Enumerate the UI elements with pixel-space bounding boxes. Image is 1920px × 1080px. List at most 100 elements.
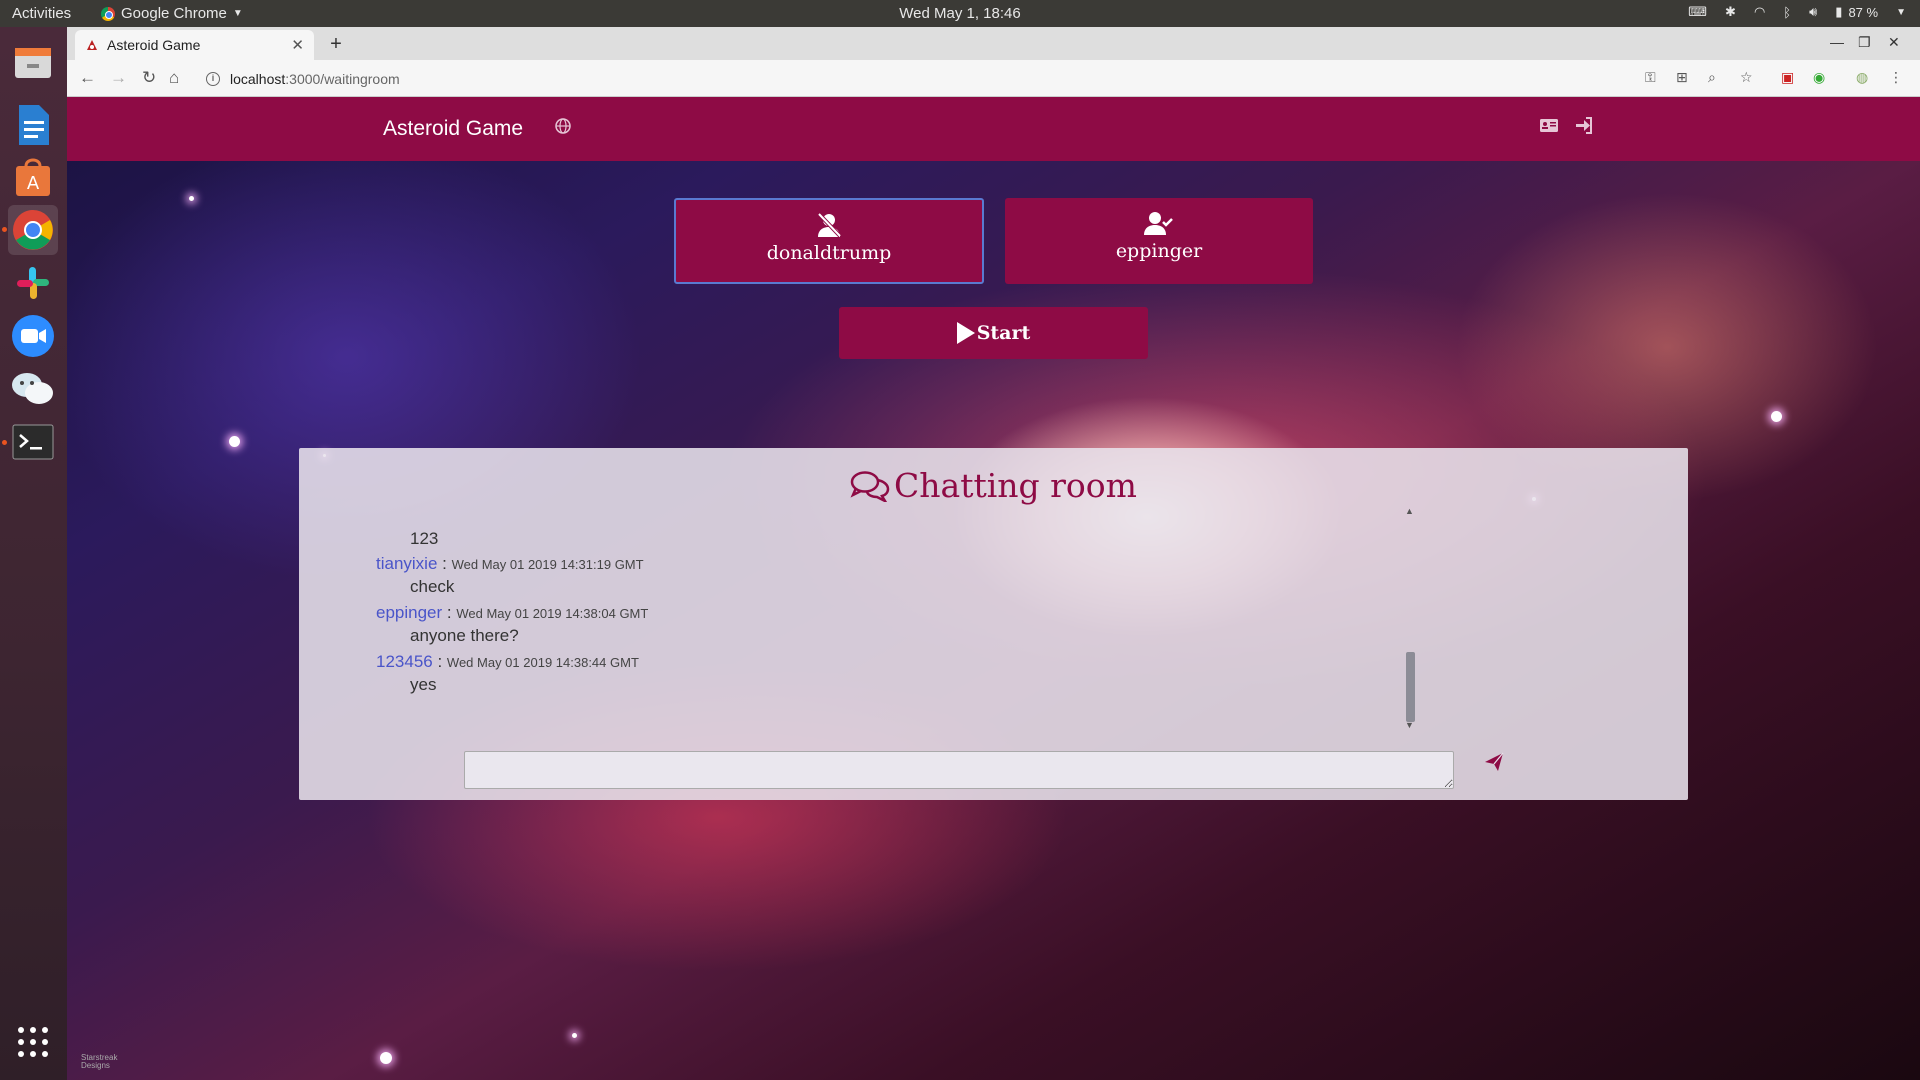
dock-wechat[interactable]	[8, 364, 58, 414]
comments-icon	[850, 470, 890, 502]
restore-window-button[interactable]: ❐	[1858, 34, 1871, 51]
star-decoration	[229, 436, 240, 447]
forward-arrow-icon[interactable]: →	[110, 68, 127, 88]
message-header: tianyixie : Wed May 01 2019 14:31:19 GMT	[376, 554, 644, 573]
reload-icon[interactable]: ↻	[142, 68, 156, 88]
browser-tab-strip: Asteroid Game ✕ + — ❐ ✕	[67, 27, 1920, 60]
user-slash-icon	[817, 212, 842, 238]
start-button[interactable]: Start	[839, 307, 1148, 359]
scroll-down-arrow-icon[interactable]: ▼	[1405, 720, 1414, 730]
system-menu-caret-icon[interactable]: ▼	[1896, 7, 1906, 18]
dock-zoom[interactable]	[8, 311, 58, 361]
dock-slack[interactable]	[8, 258, 58, 308]
star-decoration	[572, 1033, 577, 1038]
message-scrollbar[interactable]: ▲ ▼	[1403, 506, 1417, 730]
chat-message-input[interactable]	[464, 751, 1454, 789]
scroll-up-arrow-icon[interactable]: ▲	[1405, 506, 1414, 516]
message-username[interactable]: tianyixie	[376, 554, 437, 573]
star-decoration	[1771, 411, 1782, 422]
sign-in-icon[interactable]	[1575, 117, 1593, 134]
writer-document-icon	[19, 105, 49, 145]
running-indicator	[2, 227, 7, 232]
id-card-icon[interactable]	[1539, 118, 1559, 133]
message-username[interactable]: eppinger	[376, 603, 442, 622]
zoom-magnifier-icon[interactable]: ⌕	[1708, 69, 1716, 86]
message-text: anyone there?	[410, 626, 519, 645]
wallpaper-watermark: Starstreak Designs	[81, 1054, 117, 1070]
dock-files[interactable]	[8, 37, 58, 87]
browser-tab[interactable]: Asteroid Game ✕	[75, 30, 314, 60]
activities-button[interactable]: Activities	[12, 5, 71, 22]
app-menu-label: Google Chrome	[121, 5, 227, 22]
player-name: donaldtrump	[766, 242, 892, 264]
message-timestamp: Wed May 01 2019 14:38:44 GMT	[446, 655, 639, 670]
dock: A	[0, 27, 67, 1080]
tab-close-icon[interactable]: ✕	[291, 36, 304, 54]
brand-title[interactable]: Asteroid Game	[383, 117, 523, 141]
message-header: eppinger : Wed May 01 2019 14:38:04 GMT	[376, 603, 649, 622]
dock-writer[interactable]	[8, 100, 58, 150]
home-icon[interactable]: ⌂	[169, 68, 179, 88]
volume-icon[interactable]: 🔊︎	[1809, 4, 1817, 20]
message-list[interactable]: 123 tianyixie : Wed May 01 2019 14:31:19…	[376, 518, 1396, 728]
close-window-button[interactable]: ✕	[1888, 34, 1900, 51]
watermark-line: Designs	[81, 1061, 110, 1070]
dock-terminal[interactable]	[8, 417, 58, 467]
bookmark-star-icon[interactable]: ☆	[1740, 69, 1753, 86]
message-timestamp: Wed May 01 2019 14:31:19 GMT	[451, 557, 644, 572]
scrollbar-thumb[interactable]	[1406, 652, 1415, 722]
message-username[interactable]: 123456	[376, 652, 433, 671]
slack-tray-icon[interactable]: ✱	[1725, 4, 1736, 20]
file-manager-icon	[15, 48, 51, 78]
battery-percent: 87 %	[1848, 4, 1879, 20]
player-card[interactable]: eppinger	[1005, 198, 1313, 284]
back-arrow-icon[interactable]: ←	[79, 68, 96, 88]
app-menu[interactable]: Google Chrome ▼	[101, 5, 243, 22]
minimize-window-button[interactable]: —	[1830, 34, 1844, 50]
show-applications-button[interactable]	[8, 1017, 58, 1067]
url-path: :3000/waitingroom	[285, 70, 400, 87]
chat-title: Chatting room	[299, 466, 1688, 505]
player-card[interactable]: donaldtrump	[674, 198, 984, 284]
new-tab-button[interactable]: +	[323, 33, 349, 57]
chat-title-text: Chatting room	[894, 466, 1137, 505]
address-bar[interactable]: i localhost:3000/waitingroom	[206, 65, 1686, 92]
profile-avatar-icon[interactable]: ◍	[1856, 69, 1868, 86]
key-icon[interactable]: ⚿	[1645, 69, 1656, 86]
message-header: 123456 : Wed May 01 2019 14:38:44 GMT	[376, 652, 639, 671]
app-navbar: Asteroid Game	[67, 97, 1920, 161]
svg-text:A: A	[27, 173, 40, 194]
star-decoration	[380, 1052, 392, 1064]
translate-icon[interactable]: ⊞	[1676, 69, 1688, 86]
chrome-icon	[13, 210, 53, 250]
dock-chrome[interactable]	[8, 205, 58, 255]
clock[interactable]: Wed May 1, 18:46	[0, 5, 1920, 22]
extension-green-icon[interactable]: ◉	[1813, 69, 1825, 86]
dock-software-center[interactable]: A	[8, 153, 58, 203]
star-decoration	[189, 196, 194, 201]
extension-red-icon[interactable]: ▣	[1781, 69, 1794, 86]
url-host: localhost	[230, 70, 286, 87]
site-info-icon[interactable]: i	[206, 71, 220, 86]
send-paper-plane-icon[interactable]	[1483, 751, 1505, 773]
software-center-icon: A	[16, 158, 50, 196]
wifi-icon[interactable]: ◠	[1754, 4, 1765, 20]
player-name: eppinger	[1115, 240, 1203, 262]
globe-icon[interactable]	[555, 118, 571, 134]
system-tray[interactable]: ⌨ ✱ ◠ ᛒ 🔊︎ ▮ 87 % ▼	[1688, 4, 1906, 20]
start-button-label: Start	[976, 322, 1031, 344]
tab-title: Asteroid Game	[107, 37, 201, 53]
message-text: check	[410, 577, 455, 596]
keyboard-icon[interactable]: ⌨	[1688, 4, 1707, 20]
app-grid-icon	[18, 1027, 48, 1057]
more-menu-icon[interactable]: ⋮	[1889, 69, 1903, 86]
browser-toolbar: ← → ↻ ⌂ i localhost:3000/waitingroom ⚿ ⊞…	[67, 60, 1920, 97]
asteroid-favicon-icon	[87, 40, 97, 50]
battery-icon[interactable]: ▮	[1835, 4, 1842, 20]
bluetooth-icon[interactable]: ᛒ	[1783, 5, 1791, 20]
terminal-icon	[12, 424, 54, 460]
zoom-icon	[12, 315, 54, 357]
chrome-icon	[101, 6, 115, 21]
running-indicator	[2, 440, 7, 445]
system-top-panel: Activities Google Chrome ▼ Wed May 1, 18…	[0, 0, 1920, 27]
